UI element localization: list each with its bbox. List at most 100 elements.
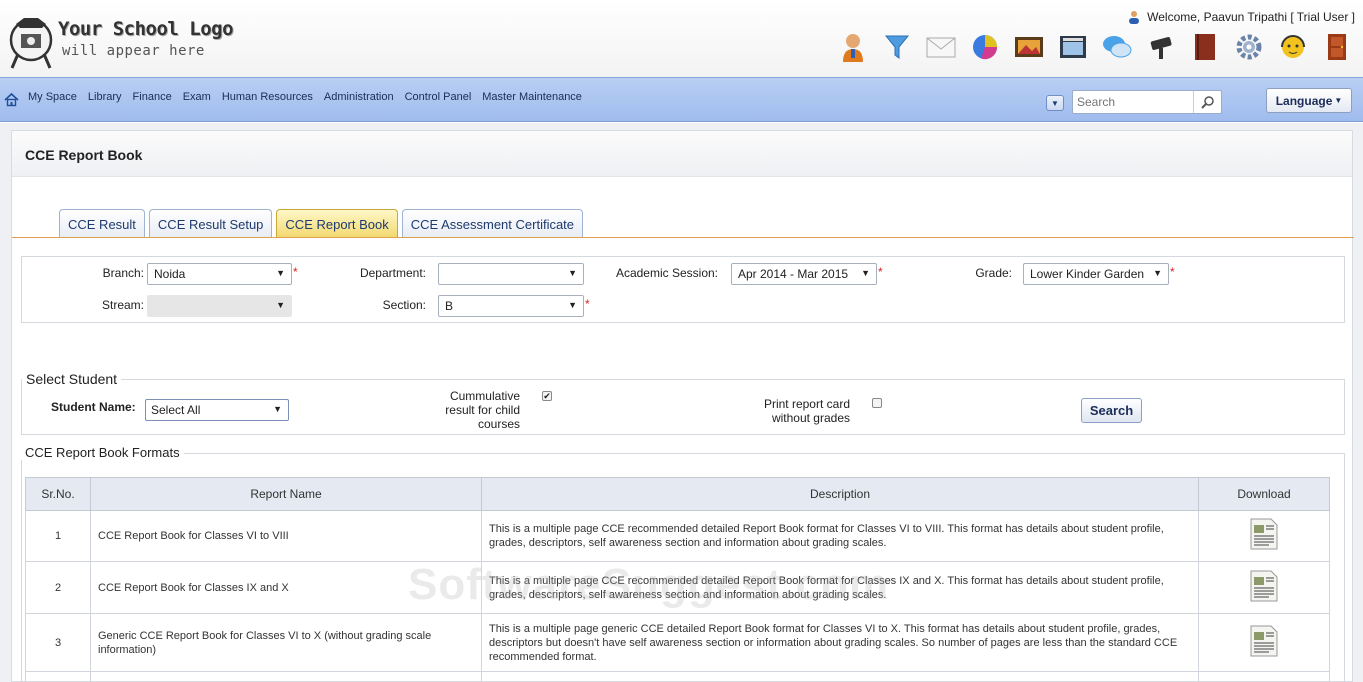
table-row: 1 CCE Report Book for Classes VI to VIII… <box>25 510 1330 562</box>
grade-label: Grade: <box>975 266 1012 280</box>
logo-text-primary: Your School Logo <box>58 18 234 40</box>
document-download-icon[interactable] <box>1249 569 1279 603</box>
print-label-line2: without grades <box>771 411 850 425</box>
download-cell <box>1198 613 1330 672</box>
student-name-label: Student Name: <box>51 400 136 414</box>
document-download-icon[interactable] <box>1249 517 1279 551</box>
department-label: Department: <box>359 266 426 280</box>
download-cell <box>1198 561 1330 614</box>
language-label: Language <box>1275 93 1333 108</box>
formats-legend: CCE Report Book Formats <box>21 445 184 460</box>
tab-cce-assessment-certificate[interactable]: CCE Assessment Certificate <box>401 209 584 238</box>
logo-text-secondary: will appear here <box>62 43 205 59</box>
tab-divider <box>12 237 1354 238</box>
formats-table: Sr.No. Report Name Description Download … <box>25 477 1330 682</box>
stream-select[interactable]: ▼ <box>147 295 292 317</box>
grade-select[interactable]: Lower Kinder Garden ▼ <box>1023 263 1169 285</box>
chevron-down-icon: ▼ <box>276 268 285 278</box>
user-icon[interactable] <box>837 31 869 63</box>
calendar-icon[interactable] <box>1057 31 1089 63</box>
main-nav-bar: My Space Library Finance Exam Human Reso… <box>0 77 1363 122</box>
branch-select[interactable]: Noida ▼ <box>147 263 292 285</box>
nav-library[interactable]: Library <box>88 91 122 103</box>
table-row: 3 Generic CCE Report Book for Classes VI… <box>25 613 1330 672</box>
welcome-message: Welcome, Paavun Tripathi [ Trial User ] <box>1127 10 1355 24</box>
department-select[interactable]: ▼ <box>438 263 584 285</box>
required-marker: * <box>1170 265 1175 279</box>
print-without-grades-checkbox[interactable] <box>872 398 882 408</box>
school-logo-icon <box>9 18 53 69</box>
nav-control-panel[interactable]: Control Panel <box>405 91 472 103</box>
mail-icon[interactable] <box>925 31 957 63</box>
tab-cce-result[interactable]: CCE Result <box>59 209 145 238</box>
section-select[interactable]: B ▼ <box>438 295 584 317</box>
nav-exam[interactable]: Exam <box>183 91 211 103</box>
nav-human-resources[interactable]: Human Resources <box>222 91 313 103</box>
nav-administration[interactable]: Administration <box>324 91 394 103</box>
branch-value: Noida <box>154 267 186 281</box>
page-title: CCE Report Book <box>25 147 143 163</box>
nav-menu: My Space Library Finance Exam Human Reso… <box>28 91 582 103</box>
table-row <box>25 671 1330 682</box>
chevron-down-icon: ▼ <box>568 268 577 278</box>
row-description: This is a multiple page generic CCE deta… <box>481 613 1199 672</box>
table-row: 2 CCE Report Book for Classes IX and X T… <box>25 561 1330 614</box>
photo-icon[interactable] <box>1013 31 1045 63</box>
cumulative-result-checkbox[interactable]: ✔ <box>542 391 552 401</box>
cumulative-label-line3: courses <box>477 417 520 431</box>
cctv-icon[interactable] <box>1145 31 1177 63</box>
exit-door-icon[interactable] <box>1321 31 1353 63</box>
nav-my-space[interactable]: My Space <box>28 91 77 103</box>
chevron-down-icon: ▼ <box>861 268 870 278</box>
toolbar-icons <box>837 31 1353 63</box>
student-name-select[interactable]: Select All ▼ <box>145 399 289 421</box>
support-icon[interactable] <box>1277 31 1309 63</box>
language-button[interactable]: Language ▼ <box>1266 88 1352 113</box>
academic-session-value: Apr 2014 - Mar 2015 <box>738 267 849 281</box>
tab-bar: CCE Result CCE Result Setup CCE Report B… <box>59 209 584 238</box>
filter-box: Branch: Noida ▼ * Department: ▼ Academic … <box>21 256 1345 323</box>
row-sr-no <box>25 671 91 682</box>
table-header-row: Sr.No. Report Name Description Download <box>25 477 1330 511</box>
grade-value: Lower Kinder Garden <box>1030 267 1145 281</box>
chat-icon[interactable] <box>1101 31 1133 63</box>
book-icon[interactable] <box>1189 31 1221 63</box>
row-description: This is a multiple page CCE recommended … <box>481 561 1199 614</box>
tab-cce-result-setup[interactable]: CCE Result Setup <box>148 209 273 238</box>
home-icon[interactable] <box>4 92 19 107</box>
stream-label: Stream: <box>101 298 144 312</box>
filter-icon[interactable] <box>881 31 913 63</box>
pie-chart-icon[interactable] <box>969 31 1001 63</box>
cumulative-result-label: Cummulative result for child courses <box>412 389 520 431</box>
tab-cce-report-book[interactable]: CCE Report Book <box>276 209 398 238</box>
academic-session-select[interactable]: Apr 2014 - Mar 2015 ▼ <box>731 263 877 285</box>
required-marker: * <box>878 265 883 279</box>
row-sr-no: 2 <box>25 561 91 614</box>
nav-master-maintenance[interactable]: Master Maintenance <box>482 91 582 103</box>
chevron-down-icon: ▼ <box>1051 98 1059 108</box>
search-icon[interactable] <box>1193 91 1221 113</box>
chevron-down-icon: ▼ <box>568 300 577 310</box>
report-book-panel: CCE Report Book CCE Result CCE Result Se… <box>11 130 1354 682</box>
document-download-icon[interactable] <box>1249 624 1279 658</box>
academic-session-label: Academic Session: <box>615 266 718 280</box>
welcome-text: Welcome, Paavun Tripathi [ Trial User ] <box>1147 10 1355 24</box>
search-button[interactable]: Search <box>1081 398 1142 423</box>
search-input[interactable] <box>1077 92 1193 112</box>
student-name-value: Select All <box>151 403 201 417</box>
chevron-down-icon: ▼ <box>276 300 285 310</box>
chevron-down-icon: ▼ <box>1153 268 1162 278</box>
row-description <box>481 671 1199 682</box>
row-description: This is a multiple page CCE recommended … <box>481 510 1199 562</box>
nav-finance[interactable]: Finance <box>133 91 172 103</box>
branch-label: Branch: <box>102 266 144 280</box>
required-marker: * <box>585 297 590 311</box>
search-scope-dropdown[interactable]: ▼ <box>1046 95 1064 111</box>
row-report-name: CCE Report Book for Classes IX and X <box>90 561 482 614</box>
global-search <box>1072 90 1222 114</box>
col-report-name: Report Name <box>90 477 482 511</box>
settings-icon[interactable] <box>1233 31 1265 63</box>
row-report-name: Generic CCE Report Book for Classes VI t… <box>90 613 482 672</box>
caret-down-icon: ▼ <box>1334 96 1343 105</box>
user-avatar-icon <box>1129 11 1140 24</box>
